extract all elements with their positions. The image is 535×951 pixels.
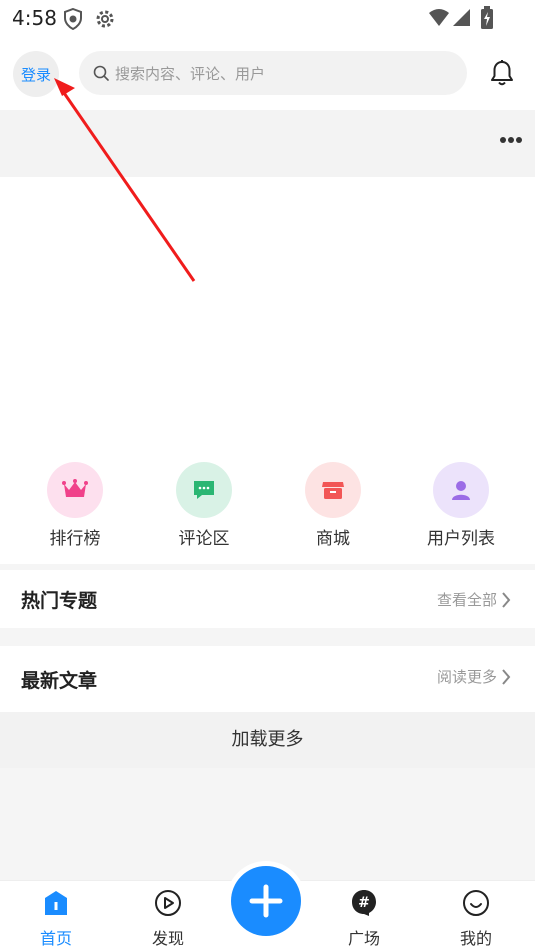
battery-icon (481, 6, 493, 29)
wifi-icon (429, 9, 449, 26)
tab-label: 广场 (347, 929, 380, 948)
view-all-link[interactable]: 查看全部 (437, 589, 511, 610)
search-input[interactable]: 搜索内容、评论、用户 (79, 51, 467, 95)
smile-icon (463, 890, 489, 916)
status-time: 4:58 (12, 6, 57, 30)
chevron-right-icon (502, 591, 511, 608)
section-hot-topics: 热门专题 查看全部 (0, 570, 535, 628)
plus-icon (249, 884, 283, 918)
quick-nav: 排行榜 评论区 商城 用户列表 (0, 460, 535, 560)
store-icon (322, 482, 344, 499)
tab-square[interactable]: # 广场 (324, 887, 404, 948)
add-post-button[interactable] (231, 866, 301, 936)
search-icon (93, 65, 109, 81)
section-latest-articles: 最新文章 阅读更多 (0, 646, 535, 712)
header: 登录 搜索内容、评论、用户 (0, 38, 535, 110)
nav-item-leaderboard[interactable]: 排行榜 (15, 460, 135, 560)
search-placeholder: 搜索内容、评论、用户 (115, 64, 266, 83)
tab-label: 我的 (459, 929, 492, 948)
bell-icon[interactable] (489, 59, 515, 87)
login-button[interactable]: 登录 (13, 51, 59, 97)
section-title: 热门专题 (21, 590, 98, 612)
view-all-label: 查看全部 (436, 591, 497, 609)
banner (0, 110, 535, 177)
home-icon (45, 891, 67, 915)
tab-home[interactable]: 首页 (16, 887, 96, 948)
tab-label: 发现 (151, 929, 184, 948)
nav-label: 评论区 (178, 529, 230, 549)
load-more-button[interactable]: 加载更多 (0, 712, 535, 768)
user-icon (452, 481, 470, 500)
play-icon (155, 890, 181, 916)
nav-label: 排行榜 (49, 529, 101, 549)
nav-item-comments[interactable]: 评论区 (144, 460, 264, 560)
shield-icon (64, 8, 82, 30)
signal-icon (453, 9, 470, 26)
status-bar: 4:58 (0, 0, 535, 38)
crown-icon (62, 479, 88, 497)
nav-item-store[interactable]: 商城 (273, 460, 393, 560)
hashtag-icon: # (352, 890, 376, 916)
tab-mine[interactable]: 我的 (436, 887, 516, 948)
more-icon[interactable] (500, 136, 522, 144)
chevron-right-icon (502, 668, 511, 685)
nav-label: 用户列表 (427, 529, 495, 549)
section-title: 最新文章 (21, 670, 98, 692)
svg-text:#: # (358, 895, 370, 911)
comment-icon (194, 481, 214, 499)
tab-label: 首页 (39, 929, 72, 948)
nav-item-user-list[interactable]: 用户列表 (401, 460, 521, 560)
read-more-link[interactable]: 阅读更多 (437, 666, 511, 687)
read-more-label: 阅读更多 (436, 668, 497, 686)
nav-label: 商城 (316, 529, 350, 549)
gear-icon (96, 10, 114, 28)
tab-discover[interactable]: 发现 (128, 887, 208, 948)
